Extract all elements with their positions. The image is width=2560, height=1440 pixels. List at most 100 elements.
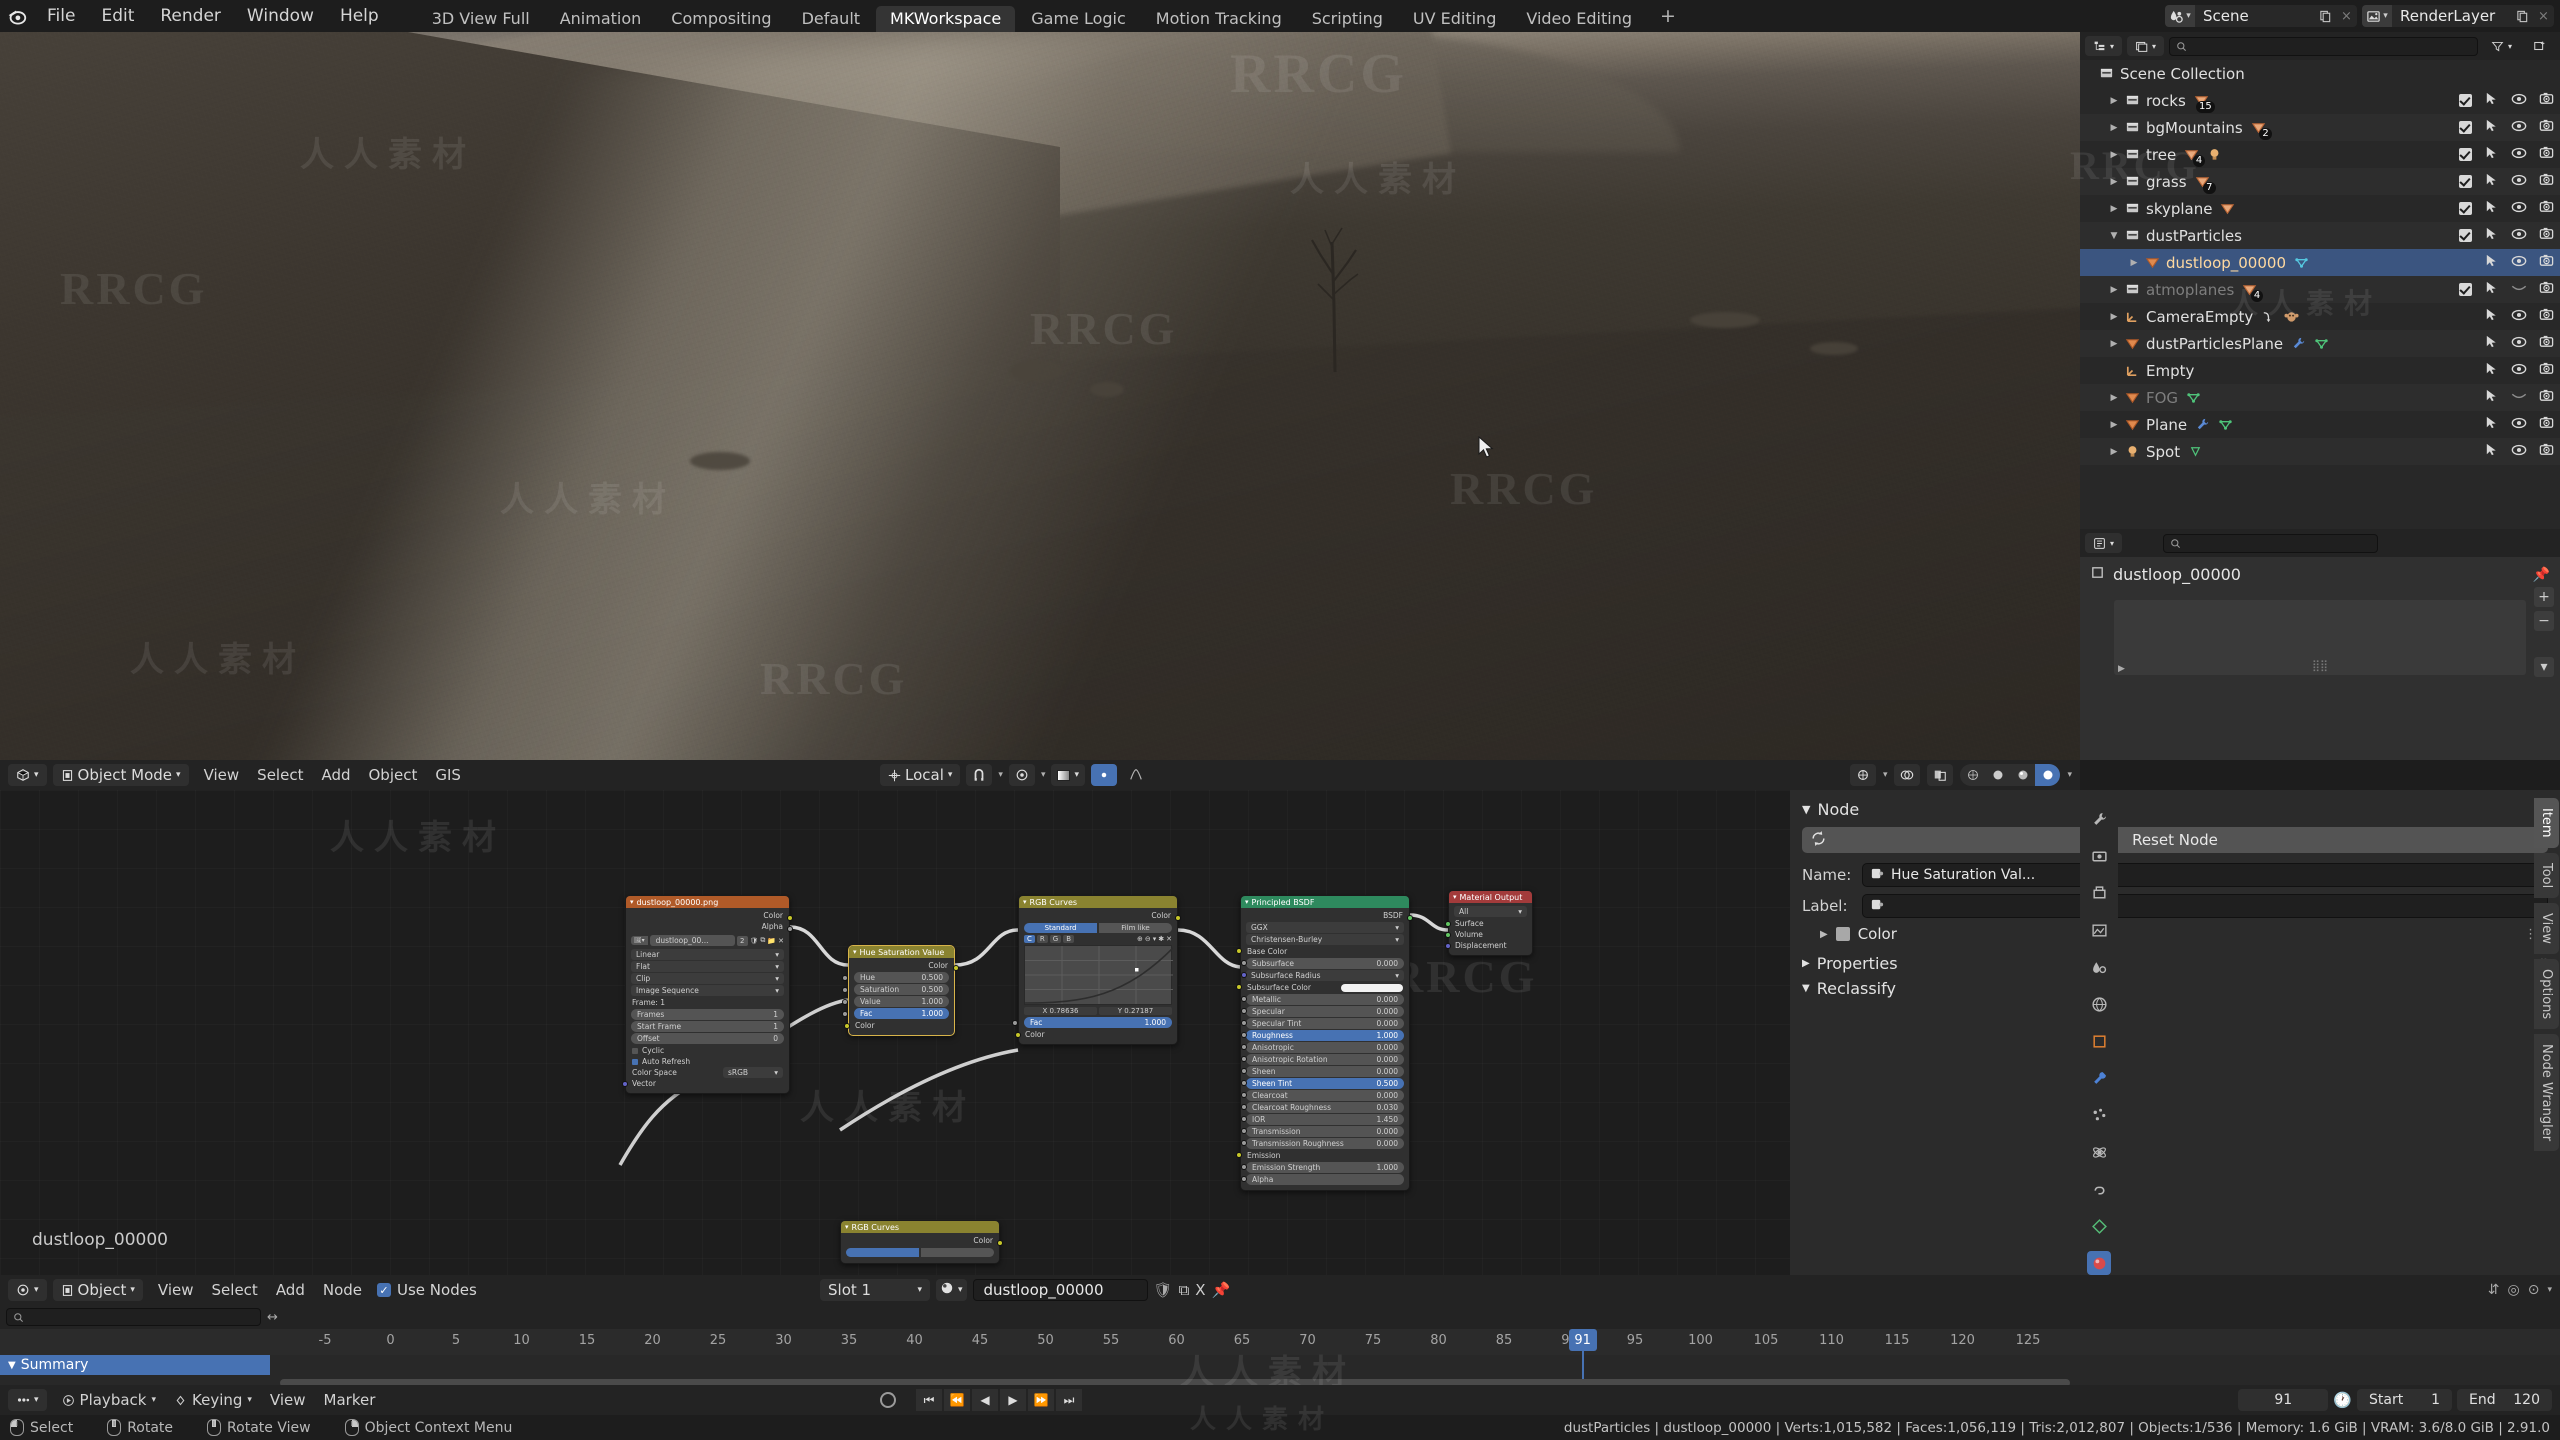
workspace-tab-default[interactable]: Default	[788, 6, 874, 32]
hide-viewport-toggle-icon[interactable]	[2511, 92, 2527, 110]
chevron-right-icon[interactable]: ▶	[2106, 420, 2122, 430]
socket-volume-in[interactable]	[1445, 931, 1451, 938]
socket-clearcoat-roughness-in[interactable]	[1241, 1104, 1247, 1110]
outliner-row-tree[interactable]: ▶ tree 4	[2080, 141, 2560, 168]
workspace-tab-motion-tracking[interactable]: Motion Tracking	[1142, 6, 1296, 32]
disable-render-toggle-icon[interactable]	[2539, 415, 2554, 434]
socket-alpha-out[interactable]	[787, 926, 793, 932]
source-dropdown[interactable]: Image Sequence ▾	[631, 985, 784, 996]
bsdf-socket-emission[interactable]: Emission	[1236, 1150, 1409, 1161]
hide-viewport-toggle-icon[interactable]	[2511, 146, 2527, 164]
selectable-toggle-icon[interactable]	[2484, 199, 2499, 218]
exclude-checkbox[interactable]	[2459, 229, 2472, 242]
cyclic-checkbox[interactable]: Cyclic	[626, 1045, 789, 1056]
disable-render-toggle-icon[interactable]	[2539, 280, 2554, 299]
node-input-vector[interactable]: Vector	[622, 1078, 789, 1089]
node-principled-bsdf[interactable]: ▾ Principled BSDF BSDF GGX ▾ Christensen-…	[1236, 895, 1413, 1191]
hide-viewport-toggle-icon[interactable]	[2511, 389, 2527, 407]
image-datablock-name[interactable]: dustloop_00...	[649, 935, 736, 946]
socket-fac-in[interactable]	[1012, 1019, 1018, 1026]
fac-field[interactable]: Fac 1.000	[1012, 1017, 1172, 1028]
overlays-icon[interactable]	[1894, 764, 1921, 786]
hide-viewport-toggle-icon[interactable]	[2511, 173, 2527, 191]
colorspace-row[interactable]: Color Space sRGB ▾	[626, 1067, 789, 1078]
viewport-menu-gis[interactable]: GIS	[426, 764, 470, 786]
disable-render-toggle-icon[interactable]	[2539, 334, 2554, 353]
bsdf-socket-base-color[interactable]: Base Color	[1236, 946, 1409, 957]
node-input-color[interactable]: Color	[844, 1020, 954, 1031]
clock-icon[interactable]: 🕐	[2333, 1391, 2352, 1409]
preset-standard-button[interactable]: Standard	[1024, 923, 1097, 933]
bsdf-socket-clearcoat[interactable]: Clearcoat 0.000	[1241, 1090, 1404, 1101]
properties-tab-object-icon[interactable]	[2087, 1030, 2111, 1054]
curve-point-x[interactable]: X 0.78636	[1024, 1007, 1097, 1015]
timeline-playhead[interactable]: 91	[1568, 1329, 1597, 1351]
viewport-menu-object[interactable]: Object	[360, 764, 427, 786]
magnet-icon[interactable]	[966, 764, 993, 786]
target-dropdown[interactable]: All ▾	[1454, 906, 1527, 917]
material-preview-panel[interactable]: ⣿⣿ ▶	[2114, 600, 2526, 675]
workspace-tab-compositing[interactable]: Compositing	[657, 6, 785, 32]
outliner-display-mode-icon[interactable]: ▾	[2085, 36, 2123, 56]
outliner-row-spot[interactable]: ▶ Spot	[2080, 438, 2560, 465]
node-sidebar-tab-view[interactable]: View	[2534, 902, 2559, 954]
node-header[interactable]: ▾ RGB Curves	[841, 1221, 999, 1233]
node-header[interactable]: ▾ Principled BSDF	[1241, 896, 1409, 908]
node-color-row[interactable]: ▶ Color ⋮≡	[1802, 925, 2548, 943]
outliner-row-dustparticles[interactable]: ▼ dustParticles	[2080, 222, 2560, 249]
node-header[interactable]: ▾ Material Output	[1449, 891, 1532, 903]
node-sidebar-tab-node-wrangler[interactable]: Node Wrangler	[2534, 1033, 2559, 1151]
socket-anisotropic-in[interactable]	[1241, 1044, 1247, 1050]
node-menu-add[interactable]: Add	[267, 1279, 314, 1301]
socket-vector-in[interactable]	[622, 1080, 628, 1087]
pin-icon[interactable]: 📌	[2533, 567, 2550, 583]
material-slot-menu-button[interactable]: ▾	[2534, 657, 2554, 677]
hide-viewport-toggle-icon[interactable]	[2511, 254, 2527, 272]
snap-pivot-icon[interactable]	[1091, 764, 1118, 786]
hide-viewport-toggle-icon[interactable]	[2511, 227, 2527, 245]
socket-value-in[interactable]	[842, 998, 848, 1005]
viewlayer-icon[interactable]: ▾	[2362, 5, 2392, 27]
properties-tab-particles-icon[interactable]	[2087, 1103, 2111, 1127]
outliner-row-skyplane[interactable]: ▶ skyplane	[2080, 195, 2560, 222]
bsdf-socket-metallic[interactable]: Metallic 0.000	[1241, 994, 1404, 1005]
disable-render-toggle-icon[interactable]	[2539, 118, 2554, 137]
selectable-toggle-icon[interactable]	[2484, 91, 2499, 110]
socket-ior-in[interactable]	[1241, 1116, 1247, 1122]
socket-color-out[interactable]	[997, 1240, 1003, 1246]
selectable-toggle-icon[interactable]	[2484, 253, 2499, 272]
value-field[interactable]: Value 1.000	[842, 996, 949, 1007]
workspace-tab-uv-editing[interactable]: UV Editing	[1399, 6, 1510, 32]
socket-transmission-roughness-in[interactable]	[1241, 1140, 1247, 1146]
node-output-color[interactable]: Color	[849, 960, 959, 971]
node-rgb-curves[interactable]: ▾ RGB Curves Color Standard Film like C …	[1012, 895, 1181, 1045]
outliner-filter-id-icon[interactable]: ▾	[2127, 36, 2165, 56]
overlay-node-icon[interactable]: ◎	[2508, 1282, 2520, 1298]
zoom-out-icon[interactable]: ⊖	[1145, 935, 1151, 943]
hide-viewport-toggle-icon[interactable]	[2511, 200, 2527, 218]
shading-material-preview-icon[interactable]	[2010, 764, 2035, 786]
selectable-toggle-icon[interactable]	[2484, 415, 2499, 434]
properties-tab-material-icon[interactable]	[2087, 1251, 2111, 1275]
record-keyframes-icon[interactable]	[880, 1392, 896, 1408]
bsdf-socket-specular[interactable]: Specular 0.000	[1241, 1006, 1404, 1017]
socket-metallic-in[interactable]	[1241, 996, 1247, 1002]
chevron-right-icon[interactable]: ▶	[2106, 150, 2122, 160]
channel-r-button[interactable]: R	[1036, 935, 1048, 943]
new-viewlayer-icon[interactable]	[2512, 5, 2533, 27]
channel-b-button[interactable]: B	[1063, 935, 1075, 943]
shader-node-editor[interactable]: 人人素材 RRCG 人人素材 ▾ dustloop_00000.png Colo…	[0, 790, 1790, 1275]
selectable-toggle-icon[interactable]	[2484, 226, 2499, 245]
node-header[interactable]: ▾ dustloop_00000.png	[626, 896, 789, 908]
hide-viewport-toggle-icon[interactable]	[2511, 308, 2527, 326]
selectable-toggle-icon[interactable]	[2484, 334, 2499, 353]
socket-anisotropic-rotation-in[interactable]	[1241, 1056, 1247, 1062]
blender-logo-icon[interactable]	[0, 0, 34, 32]
object-mode-selector[interactable]: Object Mode ▾	[52, 764, 189, 786]
outliner-row-dustloop-00000[interactable]: ▶ dustloop_00000	[2080, 249, 2560, 276]
next-keyframe-button[interactable]: ⏩	[1028, 1389, 1054, 1411]
chevron-down-icon[interactable]: ▾	[1153, 935, 1157, 943]
preset-filmlike-button[interactable]: Film like	[1099, 923, 1172, 933]
bsdf-socket-clearcoat-roughness[interactable]: Clearcoat Roughness 0.030	[1241, 1102, 1404, 1113]
hide-viewport-toggle-icon[interactable]	[2511, 335, 2527, 353]
